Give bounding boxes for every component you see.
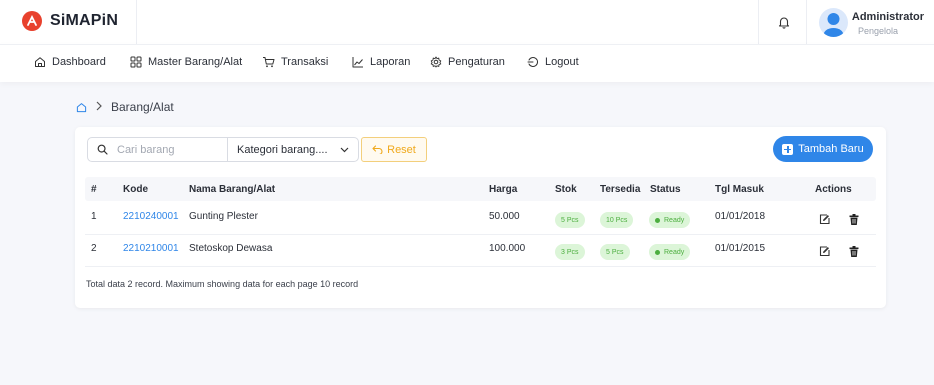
top-bar: SiMAPiN Administrator Pengelola (0, 0, 934, 44)
stock-badge: 3 Pcs (555, 244, 585, 260)
nav-label: Master Barang/Alat (148, 56, 243, 68)
items-card: Kategori barang.... Reset Tambah Baru # … (75, 127, 886, 308)
bell-icon[interactable] (775, 13, 793, 31)
col-num: # (91, 184, 97, 195)
col-status: Status (650, 184, 681, 195)
search-icon (97, 144, 108, 155)
home-icon[interactable] (76, 102, 87, 113)
logo-icon (22, 11, 42, 31)
available-badge: 5 Pcs (600, 244, 630, 260)
chevron-down-icon (340, 147, 349, 153)
trash-icon[interactable] (845, 210, 863, 228)
category-select[interactable]: Kategori barang.... (227, 137, 359, 162)
breadcrumb-current: Barang/Alat (111, 100, 174, 114)
divider (136, 0, 137, 44)
cart-icon (263, 57, 275, 68)
nav-item-logout[interactable]: Logout (527, 56, 579, 68)
edit-icon[interactable] (815, 210, 833, 228)
cell-price: 100.000 (489, 243, 526, 254)
cell-num: 1 (91, 211, 97, 222)
col-price: Harga (489, 184, 518, 195)
nav-label: Logout (545, 56, 579, 68)
reset-label: Reset (387, 143, 416, 156)
col-actions: Actions (815, 184, 852, 195)
cell-name: Gunting Plester (189, 211, 258, 222)
reset-button[interactable]: Reset (361, 137, 427, 162)
chevron-right-icon (95, 100, 103, 114)
category-select-value: Kategori barang.... (237, 143, 328, 156)
cell-price: 50.000 (489, 211, 520, 222)
status-dot (655, 217, 660, 223)
stock-badge: 5 Pcs (555, 212, 585, 228)
cell-code-link[interactable]: 2210240001 (123, 211, 179, 222)
cell-name: Stetoskop Dewasa (189, 243, 273, 254)
status-label: Ready (664, 216, 685, 224)
nav-item-transaksi[interactable]: Transaksi (262, 56, 328, 68)
search-box[interactable] (87, 137, 228, 162)
nav-label: Laporan (370, 56, 411, 68)
col-date: Tgl Masuk (715, 184, 764, 195)
cell-date: 01/01/2018 (715, 211, 766, 222)
nav-item-pengaturan[interactable]: Pengaturan (430, 56, 505, 68)
user-role: Pengelola (857, 26, 898, 36)
col-code: Kode (123, 184, 148, 195)
nav-item-master-barang[interactable]: Master Barang/Alat (130, 56, 242, 68)
add-new-label: Tambah Baru (798, 143, 864, 155)
cell-code-link[interactable]: 2210210001 (123, 243, 179, 254)
nav-label: Dashboard (52, 56, 106, 68)
cell-date: 01/01/2015 (715, 243, 766, 254)
status-dot (655, 249, 660, 255)
divider (758, 0, 759, 44)
trash-icon[interactable] (845, 242, 863, 260)
search-input[interactable] (117, 143, 217, 156)
nav-item-dashboard[interactable]: Dashboard (34, 56, 106, 68)
table-row: 1 2210240001 Gunting Plester 50.000 5 Pc… (85, 203, 876, 235)
plus-square-icon (782, 143, 794, 155)
gear-icon (430, 56, 442, 68)
status-badge: Ready (649, 244, 691, 260)
breadcrumb: Barang/Alat (76, 100, 174, 114)
table-row: 2 2210210001 Stetoskop Dewasa 100.000 3 … (85, 235, 876, 267)
undo-icon (372, 145, 383, 154)
chart-line-icon (352, 57, 363, 68)
grid-icon (130, 56, 142, 68)
home-icon (35, 57, 45, 67)
cell-num: 2 (91, 243, 97, 254)
main-nav: Dashboard Master Barang/Alat Transaksi L… (0, 44, 934, 82)
avatar[interactable] (819, 8, 848, 37)
logout-icon (527, 57, 539, 67)
table-footer-summary: Total data 2 record. Maximum showing dat… (86, 279, 359, 289)
divider (806, 0, 807, 44)
nav-label: Transaksi (281, 56, 329, 68)
col-name: Nama Barang/Alat (189, 184, 276, 195)
status-badge: Ready (649, 212, 691, 228)
table-header: # Kode Nama Barang/Alat Harga Stok Terse… (85, 177, 876, 201)
nav-label: Pengaturan (448, 56, 505, 68)
edit-icon[interactable] (815, 242, 833, 260)
col-available: Tersedia (600, 184, 641, 195)
app-title: SiMAPiN (50, 12, 119, 29)
user-name: Administrator (851, 11, 924, 23)
available-badge: 10 Pcs (600, 212, 634, 228)
add-new-button[interactable]: Tambah Baru (773, 136, 873, 162)
status-label: Ready (664, 248, 685, 256)
brand[interactable]: SiMAPiN (22, 11, 118, 31)
col-stock: Stok (555, 184, 577, 195)
nav-item-laporan[interactable]: Laporan (352, 56, 410, 68)
